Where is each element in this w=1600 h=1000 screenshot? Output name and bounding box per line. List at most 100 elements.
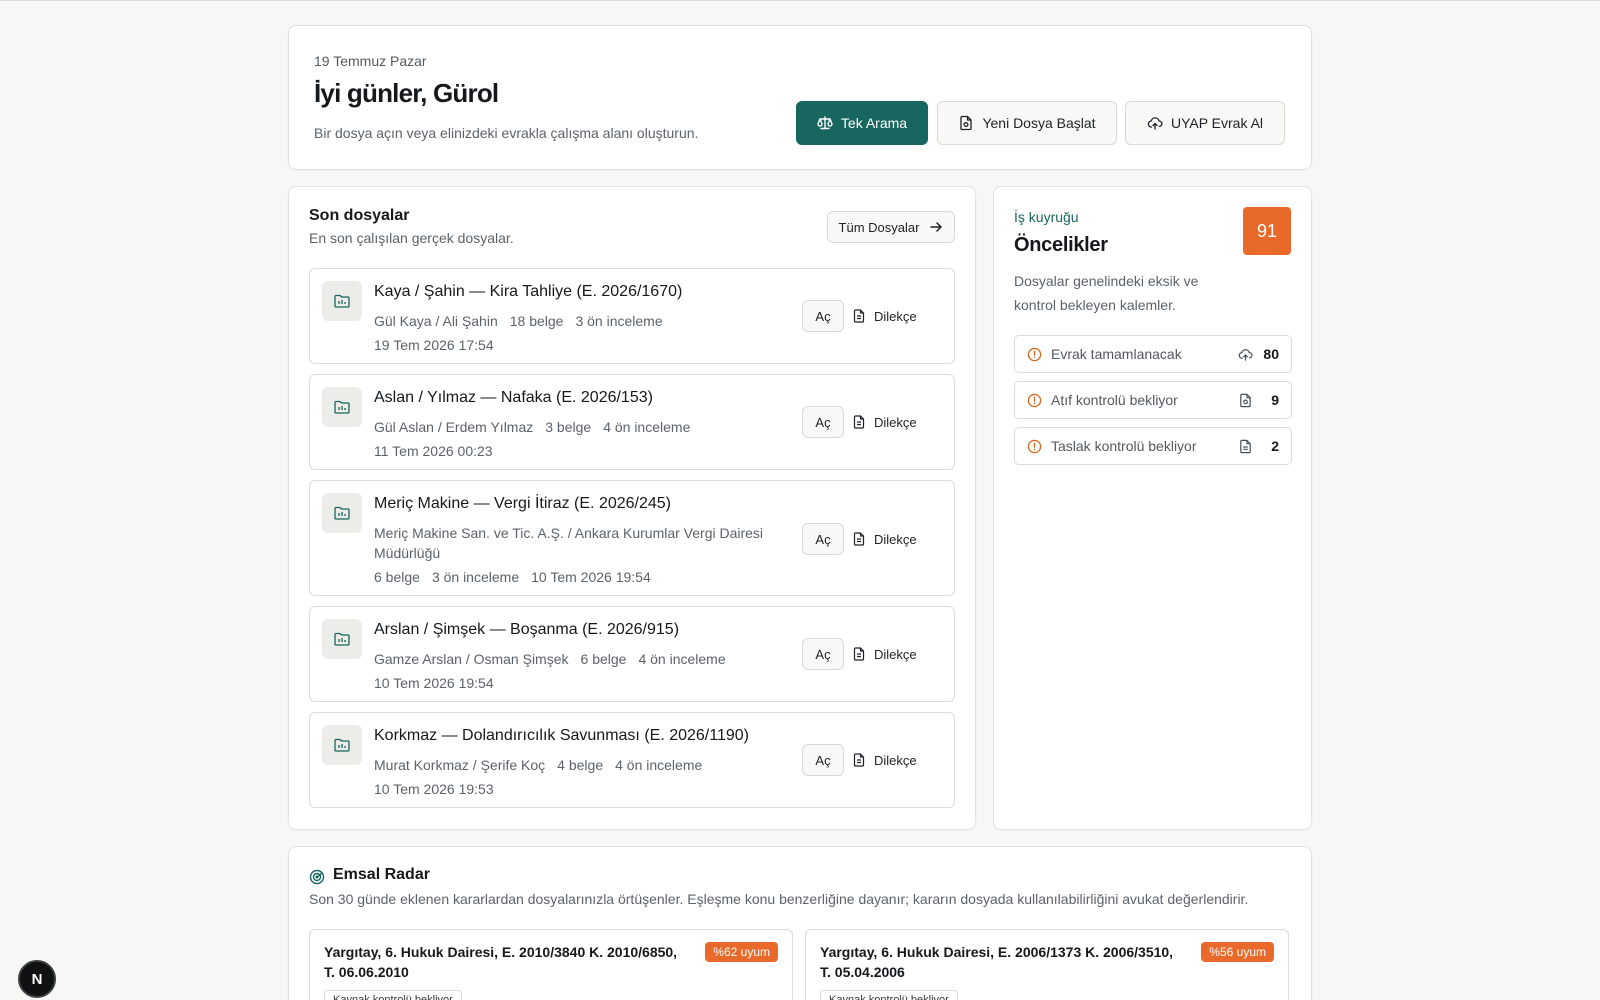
document-icon <box>853 415 865 429</box>
radar-icon <box>309 869 325 885</box>
recent-files-panel: Son dosyalar En son çalışılan gerçek dos… <box>288 186 976 830</box>
precedent-radar-panel: Emsal Radar Son 30 günde eklenen kararla… <box>288 846 1312 1000</box>
queue-item-label: Evrak tamamlanacak <box>1051 346 1182 362</box>
file-card[interactable]: Kaya / Şahin — Kira Tahliye (E. 2026/167… <box>309 268 955 364</box>
file-review-count: 4 ön inceleme <box>615 757 703 773</box>
file-parties: Gül Aslan / Erdem Yılmaz <box>374 419 534 435</box>
file-title[interactable]: Arslan / Şimşek — Boşanma (E. 2026/915) <box>374 621 679 639</box>
queue-item-value: 9 <box>1271 392 1279 408</box>
file-card[interactable]: Arslan / Şimşek — Boşanma (E. 2026/915) … <box>309 606 955 702</box>
radar-title: Emsal Radar <box>333 866 430 883</box>
folder-icon <box>322 387 362 427</box>
petition-button-label: Dilekçe <box>874 531 917 547</box>
greeting-title: İyi günler, Gürol <box>314 78 499 108</box>
file-doc-count: 18 belge <box>509 313 564 329</box>
alert-circle-icon <box>1027 439 1042 454</box>
open-file-button[interactable]: Aç <box>802 744 844 776</box>
document-icon <box>853 753 865 767</box>
queue-item[interactable]: Taslak kontrolü bekliyor 2 <box>1014 427 1292 465</box>
open-file-button[interactable]: Aç <box>802 300 844 332</box>
petition-button-label: Dilekçe <box>874 752 917 768</box>
dev-tools-badge[interactable]: N <box>18 960 56 998</box>
queue-kicker: İş kuyruğu <box>1014 209 1079 225</box>
file-title[interactable]: Aslan / Yılmaz — Nafaka (E. 2026/153) <box>374 389 653 407</box>
recent-files-title: Son dosyalar <box>309 207 410 224</box>
open-file-button[interactable]: Aç <box>802 406 844 438</box>
queue-item[interactable]: Atıf kontrolü bekliyor 9 <box>1014 381 1292 419</box>
match-badge: %62 uyum <box>705 942 778 962</box>
document-icon <box>1240 439 1251 454</box>
petition-button-label: Dilekçe <box>874 646 917 662</box>
uyap-button[interactable]: UYAP Evrak Al <box>1125 101 1285 145</box>
folder-icon <box>322 281 362 321</box>
greeting-subtitle: Bir dosya açın veya elinizdeki evrakla ç… <box>314 125 699 141</box>
petition-button[interactable]: Dilekçe <box>852 638 932 670</box>
welcome-header: 19 Temmuz Pazar İyi günler, Gürol Bir do… <box>288 25 1312 170</box>
precedent-card[interactable]: Yargıtay, 6. Hukuk Dairesi, E. 2006/1373… <box>805 929 1289 1000</box>
file-parties: Gamze Arslan / Osman Şimşek <box>374 651 569 667</box>
alert-circle-icon <box>1027 393 1042 408</box>
petition-button[interactable]: Dilekçe <box>852 300 932 332</box>
file-parties: Gül Kaya / Ali Şahin <box>374 313 498 329</box>
upload-cloud-icon <box>1238 349 1253 361</box>
file-date: 11 Tem 2026 00:23 <box>374 443 493 459</box>
petition-button[interactable]: Dilekçe <box>852 744 932 776</box>
priorities-panel: İş kuyruğu Öncelikler 91 Dosyalar geneli… <box>993 186 1312 830</box>
file-doc-count: 3 belge <box>545 419 592 435</box>
file-title[interactable]: Korkmaz — Dolandırıcılık Savunması (E. 2… <box>374 727 749 745</box>
file-doc-count: 6 belge <box>580 651 627 667</box>
file-card[interactable]: Aslan / Yılmaz — Nafaka (E. 2026/153) Gü… <box>309 374 955 470</box>
radar-subtitle: Son 30 günde eklenen kararlardan dosyala… <box>309 891 1249 907</box>
file-date: 10 Tem 2026 19:54 <box>374 675 494 691</box>
file-card[interactable]: Meriç Makine — Vergi İtiraz (E. 2026/245… <box>309 480 955 596</box>
folder-icon <box>322 725 362 765</box>
file-card[interactable]: Korkmaz — Dolandırıcılık Savunması (E. 2… <box>309 712 955 808</box>
document-icon <box>853 647 865 661</box>
file-title[interactable]: Meriç Makine — Vergi İtiraz (E. 2026/245… <box>374 495 671 513</box>
precedent-card[interactable]: Yargıtay, 6. Hukuk Dairesi, E. 2010/3840… <box>309 929 793 1000</box>
status-tag: Kaynak kontrolü bekliyor <box>820 990 958 1000</box>
queue-item[interactable]: Evrak tamamlanacak 80 <box>1014 335 1292 373</box>
search-button-label: Tek Arama <box>840 115 908 131</box>
file-date: 10 Tem 2026 19:53 <box>374 781 494 797</box>
folder-icon <box>322 619 362 659</box>
petition-button[interactable]: Dilekçe <box>852 406 932 438</box>
queue-count-badge: 91 <box>1243 207 1291 255</box>
queue-item-value: 2 <box>1271 438 1279 454</box>
search-button[interactable]: Tek Arama <box>796 101 928 145</box>
arrow-right-icon <box>930 222 943 232</box>
new-file-button-label: Yeni Dosya Başlat <box>982 115 1096 131</box>
uyap-button-label: UYAP Evrak Al <box>1170 115 1264 131</box>
file-refresh-icon <box>960 115 973 131</box>
document-icon <box>853 309 865 323</box>
file-meta: Murat Korkmaz / Şerife Koç 4 belge 4 ön in… <box>374 753 774 801</box>
file-review-count: 4 ön inceleme <box>638 651 726 667</box>
file-meta: Gamze Arslan / Osman Şimşek 6 belge 4 ön i… <box>374 647 774 695</box>
file-review-count: 3 ön inceleme <box>575 313 663 329</box>
open-file-button[interactable]: Aç <box>802 523 844 555</box>
all-files-button[interactable]: Tüm Dosyalar <box>827 211 955 243</box>
file-review-count: 3 ön inceleme <box>431 569 520 585</box>
precedent-title: Yargıtay, 6. Hukuk Dairesi, E. 2006/1373… <box>820 944 1174 980</box>
match-badge: %56 uyum <box>1201 942 1274 962</box>
all-files-label: Tüm Dosyalar <box>838 219 920 235</box>
file-review-count: 4 ön inceleme <box>603 419 691 435</box>
new-file-button[interactable]: Yeni Dosya Başlat <box>937 101 1117 145</box>
folder-icon <box>322 493 362 533</box>
petition-button-label: Dilekçe <box>874 308 917 324</box>
queue-title: Öncelikler <box>1014 234 1108 256</box>
petition-button-label: Dilekçe <box>874 414 917 430</box>
queue-item-value: 80 <box>1263 346 1279 362</box>
queue-description: Dosyalar genelindeki eksik ve kontrol be… <box>1014 273 1199 313</box>
file-date: 19 Tem 2026 17:54 <box>374 337 494 353</box>
alert-circle-icon <box>1027 347 1042 362</box>
scale-icon <box>817 116 833 130</box>
upload-cloud-icon <box>1147 117 1163 130</box>
file-date: 10 Tem 2026 19:54 <box>531 569 651 585</box>
file-meta: Gül Aslan / Erdem Yılmaz 3 belge 4 ön ince… <box>374 415 774 463</box>
file-title[interactable]: Kaya / Şahin — Kira Tahliye (E. 2026/167… <box>374 283 682 301</box>
petition-button[interactable]: Dilekçe <box>852 523 932 555</box>
top-divider <box>0 0 1600 1</box>
precedent-title: Yargıtay, 6. Hukuk Dairesi, E. 2010/3840… <box>324 944 678 980</box>
open-file-button[interactable]: Aç <box>802 638 844 670</box>
